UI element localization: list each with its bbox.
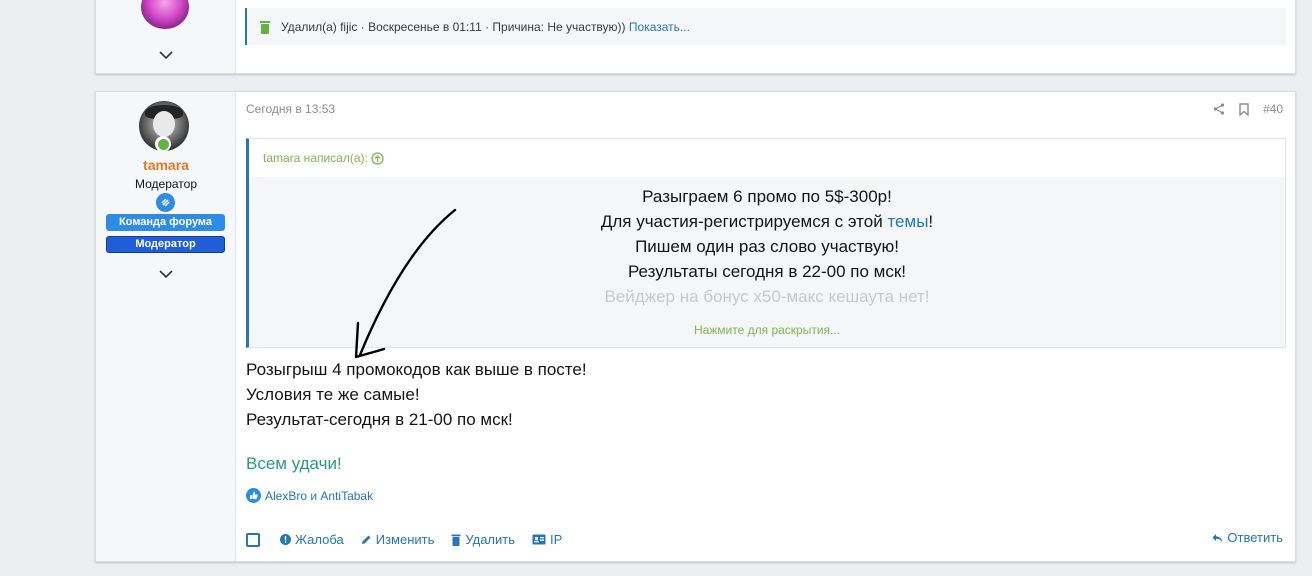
- message-line: Условия те же самые!: [246, 385, 420, 404]
- report-button[interactable]: Жалоба: [280, 532, 344, 547]
- banner-moderator: Модератор: [106, 236, 225, 253]
- ip-label: IP: [550, 532, 563, 547]
- delete-button[interactable]: Удалить: [451, 532, 515, 547]
- post-actions: Жалоба Изменить Удалить IP: [246, 532, 579, 547]
- avatar[interactable]: [141, 0, 189, 29]
- edit-button[interactable]: Изменить: [361, 532, 435, 547]
- message-line: Результат-сегодня в 21-00 по мск!: [246, 410, 513, 429]
- report-label: Жалоба: [295, 532, 344, 547]
- trash-icon: [451, 534, 461, 546]
- banner-forum-team: Команда форума: [106, 214, 225, 231]
- id-card-icon: [532, 534, 546, 545]
- online-status-icon: [155, 136, 171, 152]
- deleted-post-notice: Удалил(а) fijic · Воскресенье в 01:11 · …: [245, 8, 1286, 45]
- post-userbar: tamara Модератор Команда форума Модерато…: [96, 92, 236, 561]
- quote-line: Для участия-регистрируемся с этой темы!: [600, 212, 934, 231]
- message-line: Розыгрыш 4 промокодов как выше в посте!: [246, 360, 587, 379]
- moderator-badge-icon: [156, 193, 175, 212]
- reactions-users[interactable]: AlexBro и AntiTabak: [265, 489, 373, 503]
- quote-line: Пишем один раз слово участвую!: [635, 237, 899, 256]
- arrow-up-circle-icon[interactable]: [371, 151, 384, 165]
- post-header-actions: #40: [1213, 102, 1283, 116]
- chevron-down-icon[interactable]: [159, 50, 173, 60]
- quote-line: Результаты сегодня в 22-00 по мск!: [627, 262, 907, 281]
- greeting-text: Всем удачи!: [246, 454, 342, 473]
- quote-topic-link[interactable]: темы: [887, 212, 928, 231]
- post-date[interactable]: Сегодня в 13:53: [246, 102, 335, 116]
- quote-line: Разыграем 6 промо по 5$-300р!: [642, 187, 892, 206]
- alert-icon: [280, 534, 291, 545]
- deleted-post-text: Удалил(а) fijic · Воскресенье в 01:11 · …: [281, 19, 626, 34]
- select-post-checkbox[interactable]: [246, 532, 260, 547]
- username[interactable]: tamara: [96, 157, 236, 173]
- user-title: Модератор: [134, 177, 197, 191]
- delete-label: Удалить: [465, 532, 515, 547]
- chevron-down-icon[interactable]: [159, 269, 173, 279]
- quote-author[interactable]: tamara написал(а):: [263, 151, 368, 165]
- post-40: tamara Модератор Команда форума Модерато…: [95, 91, 1296, 562]
- quote-header[interactable]: tamara написал(а):: [249, 139, 1285, 177]
- reply-icon: [1212, 533, 1223, 542]
- previous-post-userbar: [96, 0, 236, 73]
- quote-block: tamara написал(а): Разыграем 6 промо по …: [246, 138, 1286, 348]
- post-message: Розыгрыш 4 промокодов как выше в посте! …: [246, 357, 587, 432]
- show-deleted-link[interactable]: Показать...: [629, 20, 690, 34]
- ip-button[interactable]: IP: [532, 532, 562, 547]
- quote-line: Вейджер на бонус x50-макс кешаута нет!: [604, 287, 930, 306]
- reply-label: Ответить: [1227, 530, 1283, 545]
- quote-body: Разыграем 6 промо по 5$-300р! Для участи…: [249, 177, 1285, 347]
- share-icon[interactable]: [1213, 103, 1225, 115]
- like-icon[interactable]: [246, 488, 261, 503]
- reply-button[interactable]: Ответить: [1212, 530, 1283, 545]
- edit-label: Изменить: [375, 532, 435, 547]
- expand-quote-link[interactable]: Нажмите для раскрытия...: [249, 323, 1285, 337]
- previous-post: Удалил(а) fijic · Воскресенье в 01:11 · …: [95, 0, 1296, 74]
- trash-icon: [260, 20, 270, 34]
- bookmark-icon[interactable]: [1239, 102, 1249, 116]
- reactions-bar: AlexBro и AntiTabak: [246, 488, 373, 503]
- post-number[interactable]: #40: [1263, 102, 1283, 116]
- pencil-icon: [361, 535, 371, 544]
